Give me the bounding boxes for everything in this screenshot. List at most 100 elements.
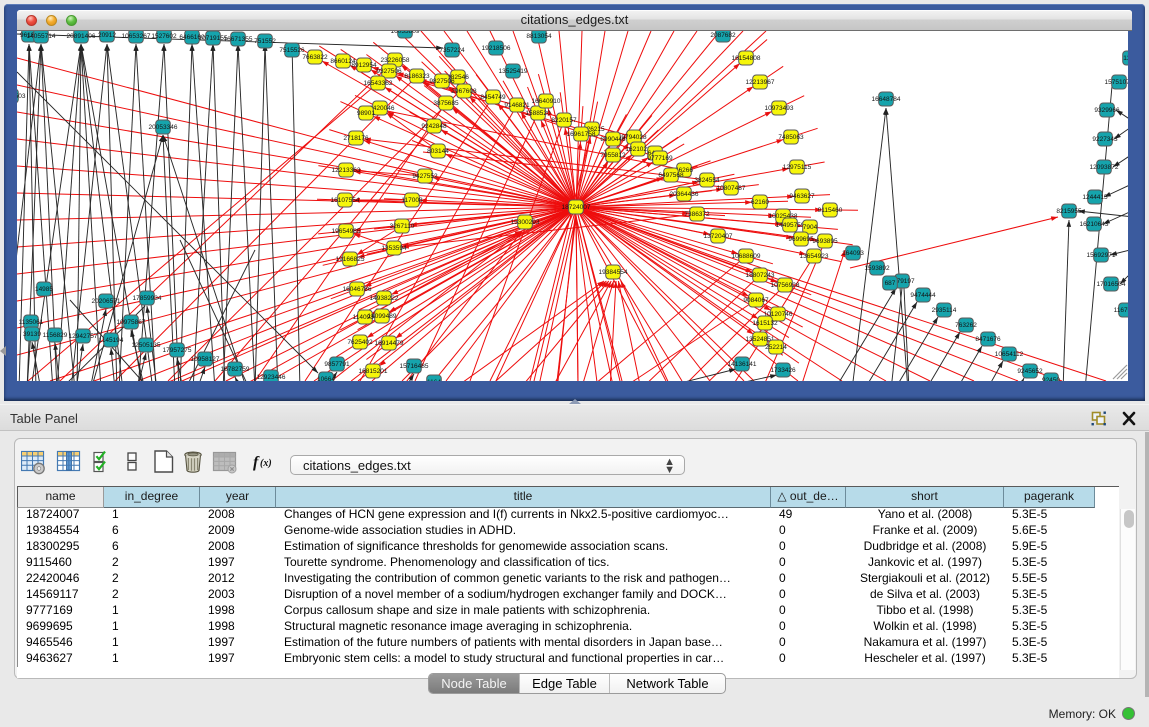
svg-text:1588520: 1588520: [525, 110, 551, 117]
svg-text:13654923: 13654923: [800, 253, 829, 260]
svg-text:14136141: 14136141: [728, 361, 757, 368]
svg-text:8186323: 8186323: [404, 73, 430, 80]
svg-text:9084067: 9084067: [743, 297, 769, 304]
svg-text:16815201: 16815201: [359, 368, 388, 375]
svg-text:1167553: 1167553: [1114, 307, 1128, 314]
svg-text:7955812: 7955812: [600, 152, 626, 159]
svg-text:16648784: 16648784: [872, 96, 901, 103]
svg-text:7386372: 7386372: [684, 211, 710, 218]
svg-text:9327506: 9327506: [376, 68, 402, 75]
svg-text:19218506: 19218506: [482, 45, 511, 52]
svg-text:19166825: 19166825: [336, 256, 365, 263]
svg-text:751552: 751552: [254, 38, 276, 45]
svg-text:1593892: 1593892: [864, 265, 890, 272]
svg-text:2935114: 2935114: [932, 307, 957, 314]
svg-text:16671355: 16671355: [224, 36, 253, 43]
svg-text:9463627: 9463627: [789, 193, 815, 200]
svg-text:12093872: 12093872: [1090, 164, 1119, 171]
svg-text:3267110: 3267110: [390, 223, 415, 230]
svg-text:16046786: 16046786: [343, 286, 372, 293]
svg-text:f: f: [253, 454, 260, 471]
svg-text:7625402: 7625402: [347, 339, 373, 346]
svg-text:19384554: 19384554: [599, 269, 628, 276]
svg-text:13720407: 13720407: [704, 233, 733, 240]
svg-text:2087682: 2087682: [710, 32, 736, 39]
svg-text:10664: 10664: [317, 376, 335, 381]
svg-text:10654112: 10654112: [995, 351, 1024, 358]
svg-text:16543362: 16543362: [364, 80, 393, 87]
svg-text:16107554: 16107554: [331, 197, 360, 204]
svg-text:16914479: 16914479: [375, 340, 404, 347]
svg-text:62160: 62160: [751, 199, 769, 206]
svg-text:16154808: 16154808: [732, 55, 761, 62]
svg-text:1156829: 1156829: [43, 332, 68, 339]
svg-text:16782759: 16782759: [221, 366, 250, 373]
svg-text:18724007: 18724007: [562, 204, 591, 211]
svg-text:9146821: 9146821: [504, 102, 530, 109]
svg-text:92450: 92450: [1042, 377, 1060, 381]
svg-text:9857791: 9857791: [324, 361, 350, 368]
svg-text:23206503: 23206503: [17, 93, 26, 100]
svg-text:7485063: 7485063: [778, 134, 804, 141]
svg-text:8215955: 8215955: [1056, 208, 1082, 215]
svg-text:9474444: 9474444: [910, 292, 936, 299]
svg-text:20364436: 20364436: [670, 191, 699, 198]
svg-text:17957275: 17957275: [163, 347, 192, 354]
svg-text:17859934: 17859934: [133, 295, 162, 302]
svg-text:763262: 763262: [955, 322, 977, 329]
svg-text:8471676: 8471676: [975, 336, 1001, 343]
svg-text:98901: 98901: [357, 110, 375, 117]
svg-text:1244415: 1244415: [1082, 194, 1108, 201]
svg-text:20206571: 20206571: [92, 298, 121, 305]
svg-text:9329966: 9329966: [1094, 107, 1120, 114]
svg-text:6497568: 6497568: [658, 172, 684, 179]
svg-text:1117: 1117: [1123, 55, 1128, 62]
svg-text:10688609: 10688609: [732, 253, 761, 260]
svg-text:687: 687: [885, 280, 896, 287]
svg-text:117008: 117008: [401, 197, 423, 204]
svg-text:2967608: 2967608: [451, 88, 477, 95]
svg-text:1353594: 1353594: [381, 245, 407, 252]
svg-text:164093: 164093: [842, 250, 864, 257]
svg-text:12213967: 12213967: [746, 79, 775, 86]
svg-text:9115460: 9115460: [818, 207, 843, 214]
svg-text:13525419: 13525419: [499, 68, 528, 75]
svg-text:9227343: 9227343: [1092, 136, 1118, 143]
svg-text:9827506: 9827506: [429, 78, 455, 85]
svg-text:10653267: 10653267: [122, 33, 151, 40]
svg-text:8912954: 8912954: [351, 62, 377, 69]
svg-text:7904: 7904: [803, 224, 818, 231]
svg-text:1527602: 1527602: [151, 33, 177, 40]
svg-text:14055714: 14055714: [27, 33, 56, 40]
svg-text:7663822: 7663822: [302, 54, 328, 61]
svg-text:15692971: 15692971: [1087, 252, 1116, 259]
svg-text:1615132: 1615132: [752, 320, 778, 327]
svg-text:14985: 14985: [35, 286, 53, 293]
svg-text:9777169: 9777169: [647, 155, 673, 162]
svg-text:15751074: 15751074: [1105, 79, 1128, 86]
svg-text:14495759: 14495759: [776, 222, 805, 229]
svg-text:16033809: 16033809: [391, 31, 420, 35]
svg-text:1145194: 1145194: [99, 337, 124, 344]
svg-text:(x): (x): [260, 458, 272, 469]
svg-text:1733426: 1733426: [770, 367, 796, 374]
svg-text:14099489: 14099489: [368, 313, 397, 320]
svg-text:9245652: 9245652: [1017, 368, 1043, 375]
svg-text:23226058: 23226058: [381, 57, 410, 64]
svg-text:252214: 252214: [765, 344, 787, 351]
svg-text:10975867: 10975867: [117, 319, 146, 326]
svg-text:19654985: 19654985: [332, 228, 361, 235]
svg-text:8454749: 8454749: [480, 94, 506, 101]
svg-text:14938222: 14938222: [370, 295, 399, 302]
svg-text:8220157: 8220157: [551, 117, 577, 124]
svg-text:9699695: 9699695: [788, 236, 814, 243]
svg-text:9794028: 9794028: [621, 134, 647, 141]
svg-text:12505135: 12505135: [132, 342, 161, 349]
svg-text:20053346: 20053346: [149, 124, 178, 131]
svg-text:12923446: 12923446: [257, 374, 286, 381]
svg-text:15300293: 15300293: [511, 219, 540, 226]
svg-text:7357224: 7357224: [439, 47, 465, 54]
svg-text:15716485: 15716485: [400, 363, 429, 370]
svg-text:3875685: 3875685: [433, 100, 459, 107]
svg-text:7515526: 7515526: [279, 47, 305, 54]
